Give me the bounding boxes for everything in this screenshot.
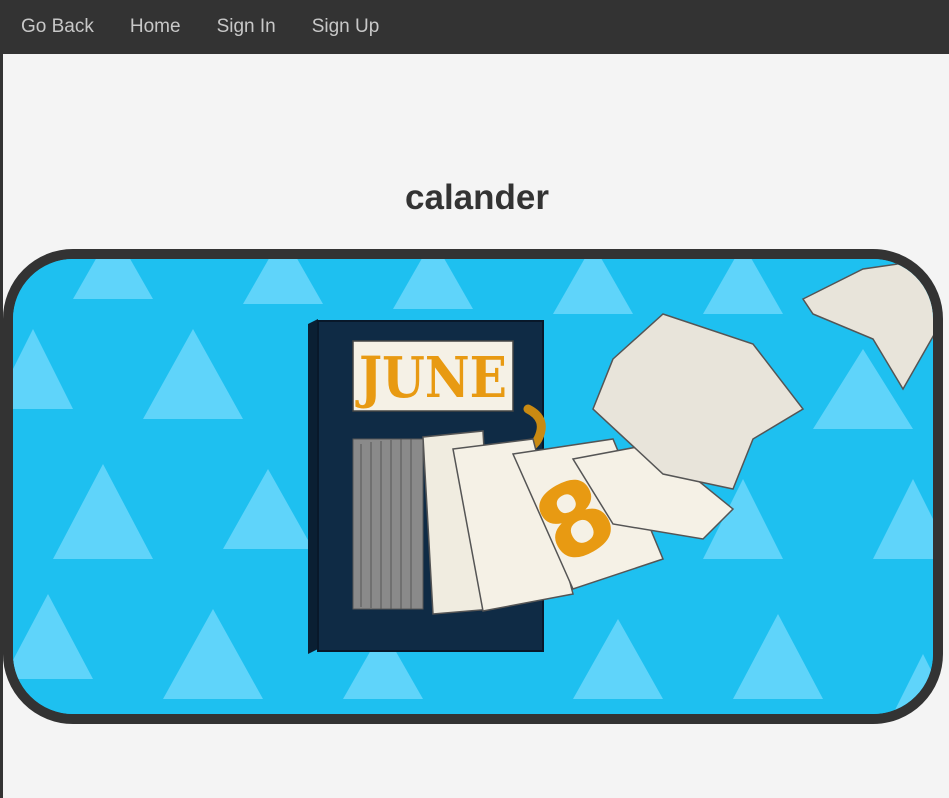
- nav-go-back[interactable]: Go Back: [0, 0, 112, 54]
- month-label: JUNE: [355, 345, 507, 411]
- nav-sign-up[interactable]: Sign Up: [294, 0, 398, 54]
- top-navbar: Go Back Home Sign In Sign Up: [0, 0, 949, 54]
- calendar-side: [308, 319, 318, 654]
- page-title: calander: [405, 178, 549, 217]
- nav-home[interactable]: Home: [112, 0, 199, 54]
- page-stack: [352, 438, 424, 610]
- nav-sign-in[interactable]: Sign In: [199, 0, 294, 54]
- calendar-image-frame: JUNE 8: [3, 249, 943, 724]
- calendar-illustration: JUNE 8: [13, 259, 933, 714]
